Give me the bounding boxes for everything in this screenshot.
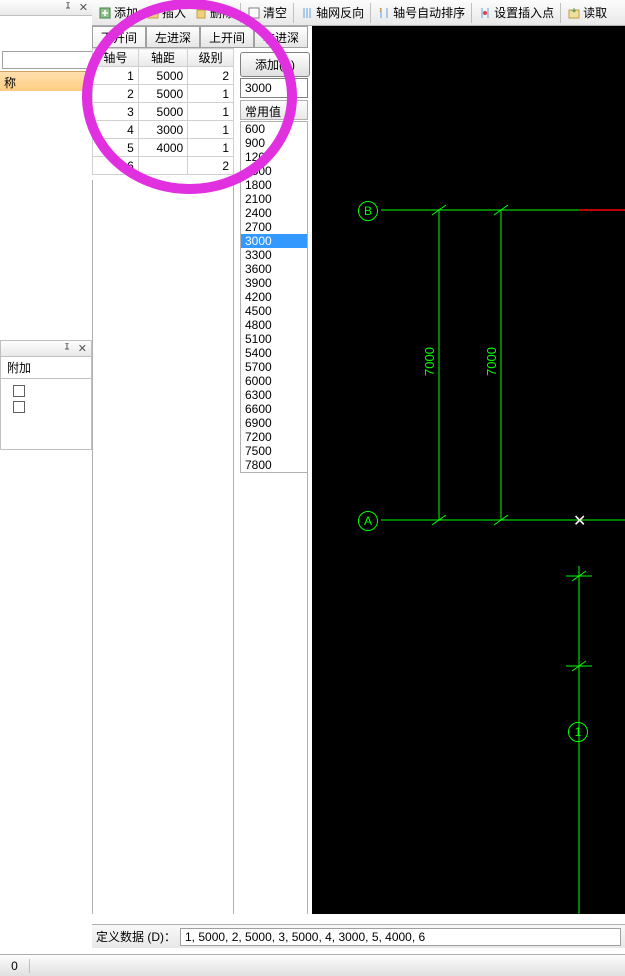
value-list-item[interactable]: 3600: [241, 262, 307, 276]
toolbar-auto-sort-label: 轴号自动排序: [393, 4, 465, 21]
value-list-item[interactable]: 5700: [241, 360, 307, 374]
axis-marker-a: A: [358, 511, 378, 531]
value-list-item[interactable]: 7800: [241, 458, 307, 472]
attach-checkbox[interactable]: [13, 385, 25, 397]
value-list-item[interactable]: 3300: [241, 248, 307, 262]
value-list-item[interactable]: 5400: [241, 346, 307, 360]
toolbar-delete[interactable]: 删除: [190, 2, 238, 23]
table-row[interactable]: 540001: [93, 139, 234, 157]
axis-distance-input[interactable]: [240, 78, 308, 98]
status-bar: 0: [0, 954, 625, 976]
toolbar-set-insert-point-label: 设置插入点: [494, 4, 554, 21]
toolbar-grid-reverse-label: 轴网反向: [316, 4, 364, 21]
tab-left-depth[interactable]: 左进深: [146, 26, 200, 48]
value-list-item[interactable]: 7200: [241, 430, 307, 444]
toolbar-delete-label: 删除: [210, 4, 234, 21]
toolbar-read-label: 读取: [583, 4, 607, 21]
table-row[interactable]: 430001: [93, 121, 234, 139]
tab-right-depth[interactable]: 右进深: [254, 26, 308, 48]
value-list-item[interactable]: 4500: [241, 304, 307, 318]
value-list-item[interactable]: 6000: [241, 374, 307, 388]
toolbar-clear[interactable]: 清空: [243, 2, 291, 23]
tab-lower-span[interactable]: 下开间: [92, 26, 146, 48]
value-list-item[interactable]: 1200: [241, 150, 307, 164]
value-list-item[interactable]: 1500: [241, 164, 307, 178]
value-list-item[interactable]: 3900: [241, 276, 307, 290]
toolbar-clear-label: 清空: [263, 4, 287, 21]
table-header-dist[interactable]: 轴距: [138, 49, 187, 67]
value-list-item[interactable]: 2100: [241, 192, 307, 206]
toolbar-auto-sort[interactable]: 1 轴号自动排序: [373, 2, 469, 23]
value-list-item[interactable]: 2400: [241, 206, 307, 220]
value-list-item[interactable]: 900: [241, 136, 307, 150]
axis-marker-b: B: [358, 201, 378, 221]
attach-header: 附加: [1, 357, 91, 378]
value-list-item[interactable]: 4200: [241, 290, 307, 304]
intersection-marker: ✕: [573, 511, 586, 531]
table-row[interactable]: 150002: [93, 67, 234, 85]
toolbar-set-insert-point[interactable]: 设置插入点: [474, 2, 558, 23]
close-icon[interactable]: ✕: [79, 1, 88, 14]
table-row[interactable]: 250001: [93, 85, 234, 103]
table-row[interactable]: 350001: [93, 103, 234, 121]
value-list-item[interactable]: 6300: [241, 388, 307, 402]
main-toolbar: 添加 插入 删除 清空 轴网反向 1 轴号自动排序 设置插入点 读取: [92, 0, 625, 26]
pin-icon[interactable]: [62, 340, 72, 358]
toolbar-grid-reverse[interactable]: 轴网反向: [296, 2, 368, 23]
value-list-item[interactable]: 3000: [241, 234, 307, 248]
definition-label: 定义数据 (D)：: [96, 928, 176, 945]
table-row[interactable]: 62: [93, 157, 234, 175]
value-list-item[interactable]: 2700: [241, 220, 307, 234]
value-list-item[interactable]: 6900: [241, 416, 307, 430]
definition-input[interactable]: [180, 928, 621, 946]
toolbar-read[interactable]: 读取: [563, 2, 611, 23]
toolbar-insert-label: 插入: [162, 4, 186, 21]
value-list-item[interactable]: 1800: [241, 178, 307, 192]
toolbar-add[interactable]: 添加: [94, 2, 142, 23]
tab-upper-span[interactable]: 上开间: [200, 26, 254, 48]
table-header-num[interactable]: 轴号: [93, 49, 139, 67]
status-zero: 0: [0, 959, 30, 973]
value-list-item[interactable]: 6600: [241, 402, 307, 416]
table-header-level[interactable]: 级别: [188, 49, 234, 67]
value-list-item[interactable]: 600: [241, 122, 307, 136]
dimension-text: 7000: [484, 347, 499, 376]
attach-checkbox[interactable]: [13, 401, 25, 413]
common-values-list[interactable]: 6009001200150018002100240027003000330036…: [240, 121, 308, 473]
pin-icon[interactable]: [63, 0, 73, 17]
svg-text:1: 1: [379, 8, 382, 14]
close-icon[interactable]: ✕: [78, 342, 87, 355]
name-column-header: 称: [0, 71, 92, 91]
add-value-button[interactable]: 添加(A): [240, 52, 310, 77]
axis-table[interactable]: 轴号 轴距 级别 1500022500013500014300015400016…: [92, 48, 234, 175]
cad-viewport[interactable]: 7000 7000 B A 1 ✕: [312, 26, 625, 914]
value-list-item[interactable]: 4800: [241, 318, 307, 332]
toolbar-add-label: 添加: [114, 4, 138, 21]
axis-marker-1: 1: [568, 722, 588, 742]
value-list-item[interactable]: 7500: [241, 444, 307, 458]
dimension-text: 7000: [422, 347, 437, 376]
value-list-item[interactable]: 5100: [241, 332, 307, 346]
toolbar-insert[interactable]: 插入: [142, 2, 190, 23]
common-values-label: 常用值(mm): [240, 100, 308, 120]
